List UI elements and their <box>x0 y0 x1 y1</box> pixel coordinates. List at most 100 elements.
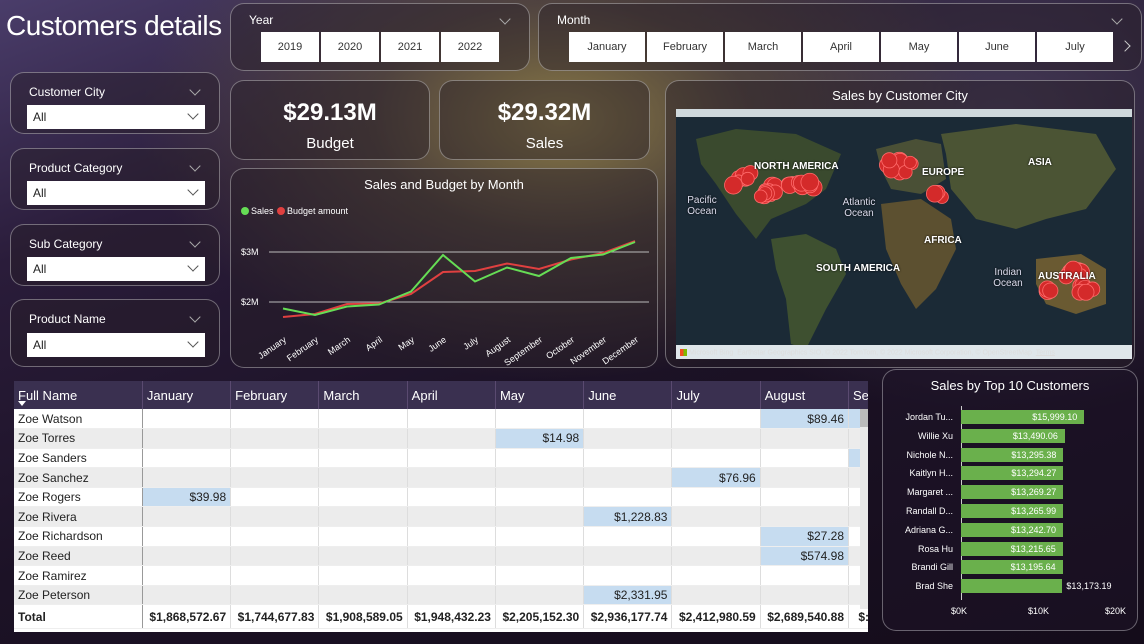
year-option-2022[interactable]: 2022 <box>441 32 499 62</box>
col-header-july[interactable]: July <box>671 381 761 409</box>
table-row[interactable]: Zoe Reed $574.98 <box>14 546 868 567</box>
map-label-south-america: SOUTH AMERICA <box>816 263 901 274</box>
table-row[interactable]: Zoe Sanders <box>14 448 868 469</box>
month-option-june[interactable]: June <box>959 32 1035 62</box>
col-header-january[interactable]: January <box>142 381 232 409</box>
table-row[interactable]: Zoe Peterson $2,331.95 <box>14 585 868 606</box>
chevron-right-icon[interactable] <box>1119 40 1131 52</box>
total-cell: $2,689,540.88 <box>760 604 850 630</box>
col-header-september[interactable]: Se <box>848 381 868 409</box>
col-header-june[interactable]: June <box>583 381 673 409</box>
sales-cell <box>142 467 232 488</box>
product-category-dropdown[interactable]: All <box>27 181 205 205</box>
vertical-scrollbar[interactable] <box>860 409 868 609</box>
dropdown-value: All <box>33 338 47 352</box>
map-label-asia: ASIA <box>1028 157 1052 168</box>
bar-category-label: Kaitlyn H... <box>909 468 953 479</box>
chevron-down-icon[interactable] <box>499 13 511 25</box>
chevron-down-icon[interactable] <box>189 236 201 248</box>
col-header-february[interactable]: February <box>230 381 320 409</box>
customer-name-cell: Zoe Ramirez <box>14 565 143 586</box>
sales-cell <box>760 506 850 528</box>
sales-cell <box>495 467 585 488</box>
filter-label: Product Category <box>29 161 123 175</box>
product-name-dropdown[interactable]: All <box>27 333 205 357</box>
bar-category-label: Nichole N... <box>906 449 953 460</box>
sales-label: Sales <box>525 135 564 152</box>
sales-cell <box>495 448 585 469</box>
month-option-may[interactable]: May <box>881 32 957 62</box>
sales-cell <box>230 585 320 606</box>
month-option-july[interactable]: July <box>1037 32 1113 62</box>
dropdown-value: All <box>33 110 47 124</box>
scrollbar-thumb[interactable] <box>860 409 868 427</box>
table-row[interactable]: Zoe Watson $89.46 <box>14 409 868 430</box>
year-option-2019[interactable]: 2019 <box>261 32 319 62</box>
sales-cell <box>142 546 232 567</box>
table-row[interactable]: Zoe Torres $14.98 <box>14 428 868 449</box>
terms-link[interactable]: Terms <box>1036 349 1055 356</box>
bar-category-label: Jordan Tu... <box>905 412 953 422</box>
sales-cell <box>671 526 761 547</box>
total-cell: $1,868,572.67 <box>142 604 232 630</box>
sort-desc-icon[interactable] <box>18 401 26 406</box>
sales-cell: $2,331.95 <box>583 585 673 606</box>
sales-cell <box>230 409 320 430</box>
sales-line[interactable] <box>282 241 636 317</box>
bar-category-label: Brad She <box>915 581 953 592</box>
sales-cell <box>671 409 761 430</box>
sales-cell <box>142 428 232 449</box>
city-sales-bubble[interactable] <box>881 152 898 169</box>
world-map[interactable]: NORTH AMERICA EUROPE ASIA AFRICA SOUTH A… <box>676 109 1132 359</box>
city-sales-bubble[interactable] <box>724 175 743 195</box>
year-option-2020[interactable]: 2020 <box>321 32 379 62</box>
city-sales-bubble[interactable] <box>740 171 755 186</box>
map-title: Sales by Customer City <box>832 88 968 103</box>
table-row[interactable]: Zoe Ramirez <box>14 565 868 586</box>
col-header-full-name[interactable]: Full Name <box>14 381 143 409</box>
table-row[interactable]: Zoe Richardson $27.28 <box>14 526 868 547</box>
bar-value-label: $13,490.06 <box>1012 430 1058 441</box>
table-row[interactable]: Zoe Rogers $39.98 <box>14 487 868 508</box>
col-header-may[interactable]: May <box>495 381 585 409</box>
chevron-down-icon <box>187 108 199 120</box>
x-tick-label: May <box>396 334 416 352</box>
city-sales-bubble[interactable] <box>800 172 820 192</box>
city-sales-bubble[interactable] <box>925 185 944 203</box>
bar-value-label: $13,269.27 <box>1011 487 1057 498</box>
customer-matrix: Full Name January February March April M… <box>14 381 868 632</box>
sales-cell <box>760 487 850 508</box>
sales-cell <box>318 506 408 528</box>
city-sales-bubble[interactable] <box>753 189 768 204</box>
col-header-march[interactable]: March <box>318 381 408 409</box>
map-label-europe: EUROPE <box>922 167 965 178</box>
month-option-january[interactable]: January <box>569 32 645 62</box>
table-row[interactable]: Zoe Rivera $1,228.83 <box>14 506 868 528</box>
customer-name-cell: Zoe Rivera <box>14 506 143 528</box>
col-header-august[interactable]: August <box>760 381 850 409</box>
x-tick-label: January <box>256 334 288 361</box>
sales-cell <box>318 487 408 508</box>
chevron-down-icon[interactable] <box>189 311 201 323</box>
customer-name-cell: Zoe Richardson <box>14 526 143 547</box>
city-sales-bubble[interactable] <box>903 155 917 169</box>
month-option-march[interactable]: March <box>725 32 801 62</box>
year-option-2021[interactable]: 2021 <box>381 32 439 62</box>
chevron-down-icon[interactable] <box>189 160 201 172</box>
sub-category-dropdown[interactable]: All <box>27 257 205 281</box>
chevron-down-icon[interactable] <box>189 84 201 96</box>
col-header-april[interactable]: April <box>407 381 496 409</box>
month-option-april[interactable]: April <box>803 32 879 62</box>
city-sales-bubble[interactable] <box>1042 282 1059 299</box>
y-tick-label: $2M <box>241 297 259 307</box>
table-row[interactable]: Zoe Sanchez $76.96 <box>14 467 868 488</box>
bar-category-label: Brandi Gill <box>911 562 953 573</box>
city-sales-bubble[interactable] <box>1077 283 1095 301</box>
attribution-text: Earthstar Geographics SIO, © 2022 TomTom… <box>737 349 1032 356</box>
month-option-february[interactable]: February <box>647 32 723 62</box>
bar[interactable] <box>961 579 1063 594</box>
bar-value-label: $15,999.10 <box>1032 412 1078 422</box>
chevron-down-icon[interactable] <box>1111 13 1123 25</box>
month-slicer: Month January February March April May J… <box>538 3 1142 71</box>
customer-city-dropdown[interactable]: All <box>27 105 205 129</box>
